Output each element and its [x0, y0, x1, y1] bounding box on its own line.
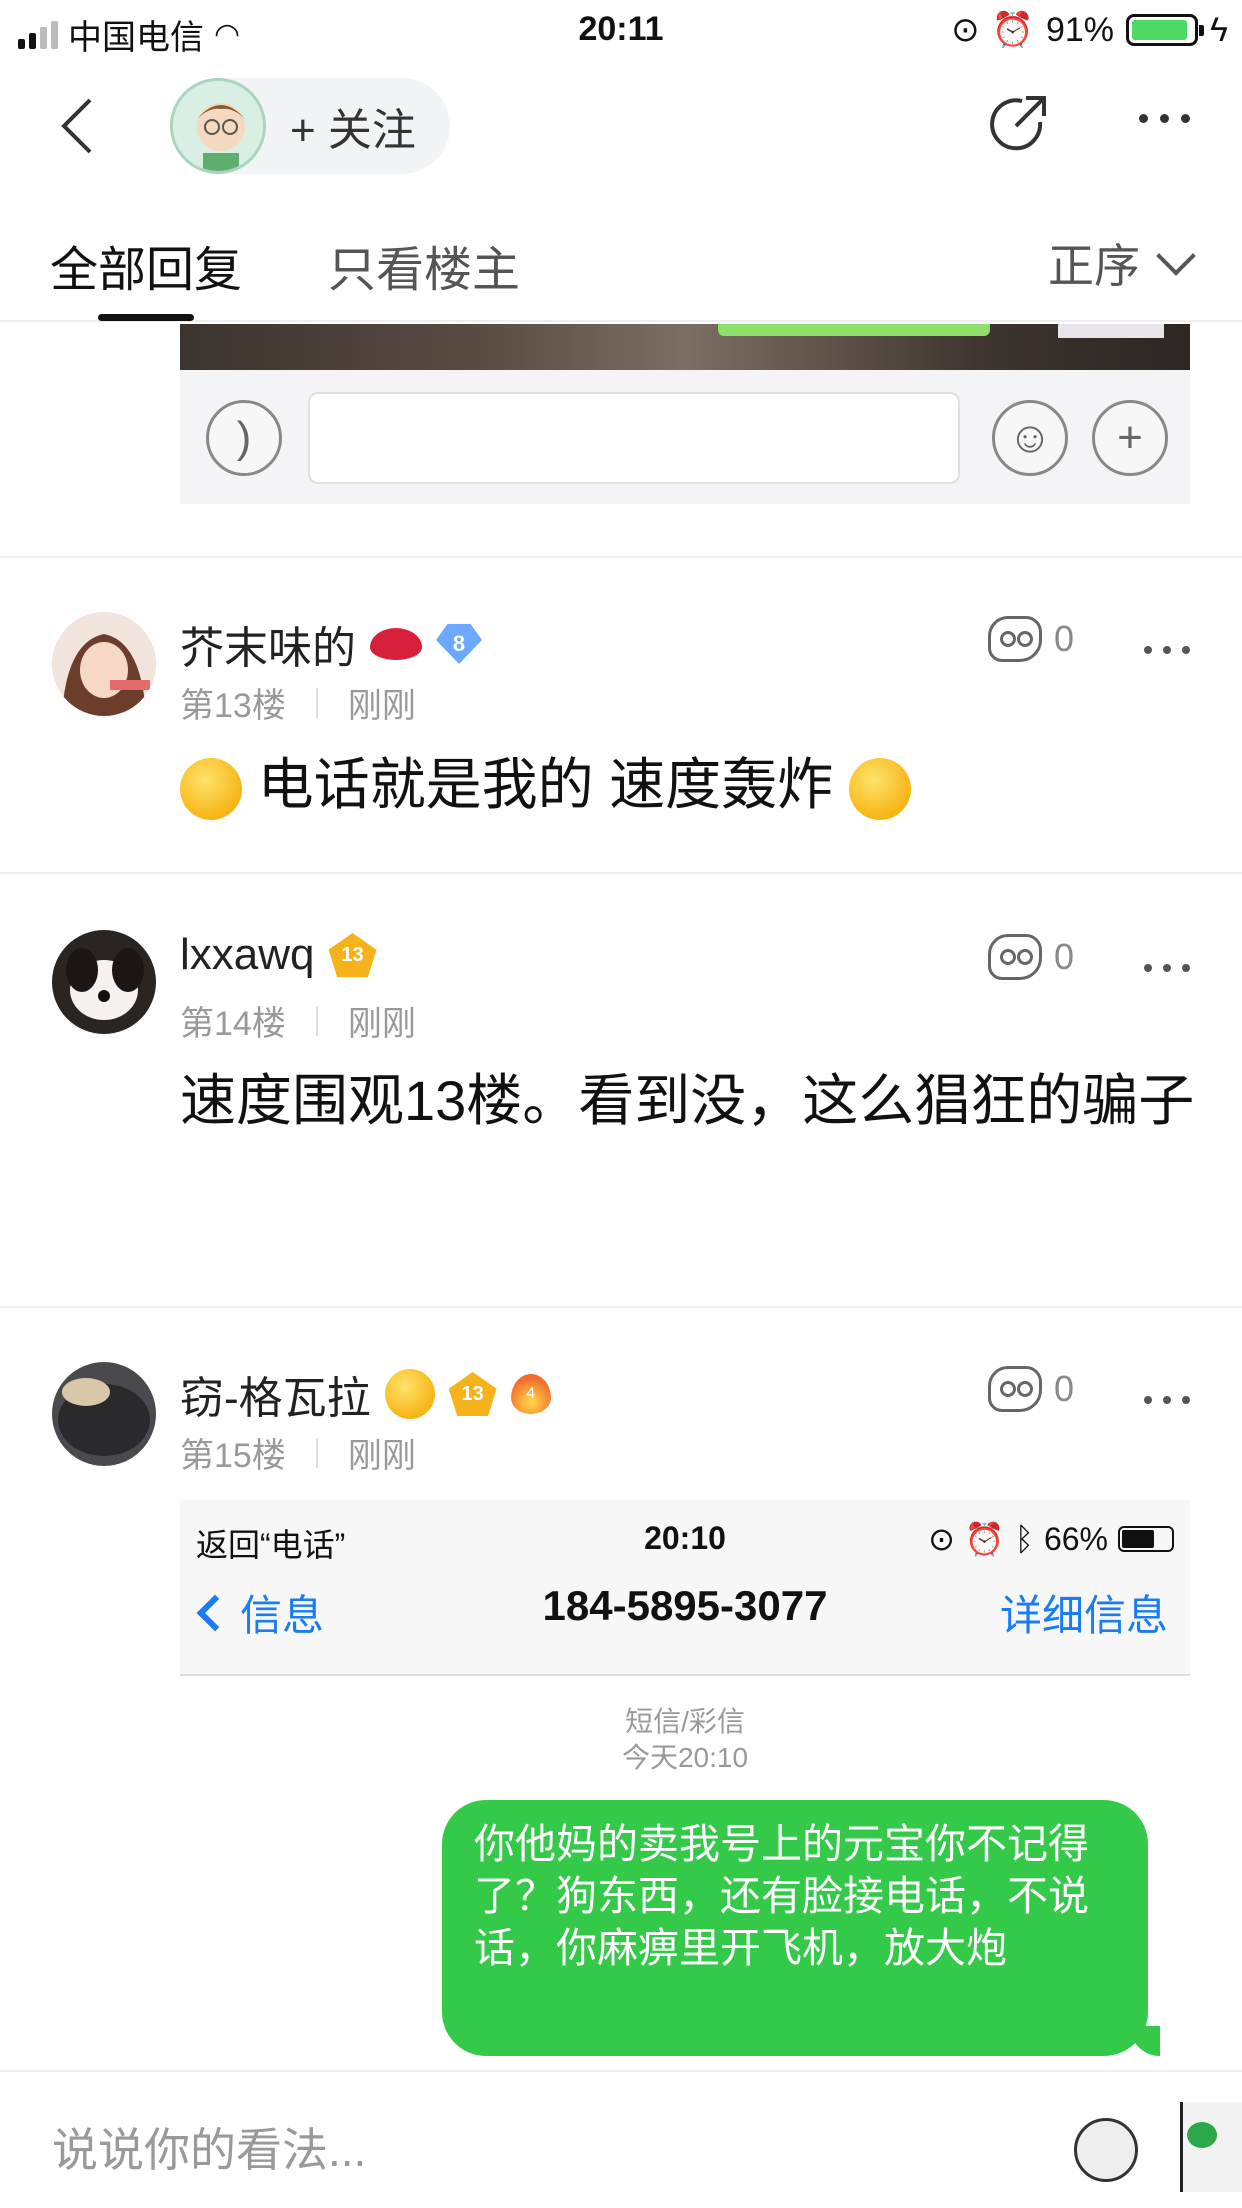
- post-text: 电话就是我的 速度轰炸: [257, 753, 834, 816]
- post-more-icon[interactable]: [1144, 646, 1190, 654]
- username[interactable]: lxxawq: [180, 930, 315, 980]
- meta-separator: [315, 1005, 318, 1036]
- charging-icon: ϟ: [1210, 10, 1228, 49]
- user-avatar[interactable]: [52, 612, 156, 716]
- author-follow-pill[interactable]: + 关注: [170, 78, 450, 174]
- fire-badge-icon: 4: [510, 1374, 551, 1414]
- like-icon: [987, 934, 1042, 980]
- like-count: 0: [1053, 1368, 1074, 1409]
- divider: [0, 1306, 1242, 1308]
- user-avatar[interactable]: [52, 1362, 156, 1466]
- post-content: 电话就是我的 速度轰炸: [180, 732, 1200, 838]
- thinking-emoji-icon: [180, 758, 242, 821]
- battery-icon: [1118, 1526, 1174, 1552]
- post-image-screenshot[interactable]: 返回“电话” 20:10 ⊙ ⏰ ᛒ 66% 信息 184-5895-3077 …: [180, 1500, 1190, 2070]
- reply-post: 窃-格瓦拉 13 4 第15楼 刚刚 0: [0, 1362, 1242, 1492]
- comment-input[interactable]: 说说你的看法...: [52, 2114, 366, 2180]
- lips-icon: [370, 628, 422, 660]
- post-more-icon[interactable]: [1144, 964, 1190, 972]
- emoji-icon: ☺: [992, 400, 1068, 476]
- username[interactable]: 芥末味的: [180, 612, 356, 676]
- screenshot-detail-link: 详细信息: [999, 1592, 1168, 1639]
- meta-separator: [315, 1437, 318, 1468]
- like-button[interactable]: 0: [987, 934, 1074, 980]
- image-photo-strip: [180, 324, 1190, 370]
- image-white-strip: [1058, 324, 1164, 338]
- username-row: 芥末味的 8: [180, 612, 482, 676]
- floor-number: 第15楼: [180, 1437, 286, 1475]
- share-icon[interactable]: [986, 92, 1052, 158]
- nav-bar: + 关注: [0, 62, 1242, 190]
- post-meta: 第14楼 刚刚: [180, 996, 416, 1045]
- screenshot-header: 返回“电话” 20:10 ⊙ ⏰ ᛒ 66% 信息 184-5895-3077 …: [180, 1500, 1190, 1676]
- status-bar: 中国电信 ◠ 20:11 ⊙ ⏰ 91% ϟ: [0, 0, 1242, 62]
- sort-dropdown[interactable]: 正序: [1048, 230, 1196, 296]
- screenshot-status-right: ⊙ ⏰ ᛒ 66%: [928, 1520, 1174, 1558]
- level-badge: 13: [448, 1372, 497, 1416]
- level-badge: 8: [436, 624, 482, 664]
- image-green-strip: [718, 324, 990, 336]
- screenshot-nav: 信息 184-5895-3077 详细信息: [180, 1582, 1190, 1652]
- chevron-down-icon: [1156, 236, 1196, 276]
- active-tab-indicator: [98, 314, 194, 321]
- post-time: 刚刚: [347, 1005, 416, 1043]
- username-row: 窃-格瓦拉 13 4: [180, 1362, 551, 1426]
- like-icon: [987, 616, 1042, 662]
- back-arrow-icon[interactable]: [50, 96, 110, 156]
- username-row: lxxawq 13: [180, 930, 377, 980]
- status-right: ⊙ ⏰ 91% ϟ: [951, 10, 1228, 50]
- alarm-icon: ⏰: [991, 11, 1034, 49]
- sort-label: 正序: [1048, 240, 1140, 292]
- tab-op-only[interactable]: 只看楼主: [328, 230, 520, 300]
- post-time: 刚刚: [347, 687, 416, 725]
- laughing-emoji-icon: [384, 1369, 435, 1419]
- screenshot-battery-percent: 66%: [1043, 1520, 1108, 1557]
- like-button[interactable]: 0: [987, 616, 1074, 662]
- author-avatar[interactable]: [170, 78, 266, 174]
- thinking-emoji-icon: [848, 758, 911, 821]
- rotation-lock-icon: ⊙: [951, 11, 980, 49]
- screenshot-msg-type: 短信/彩信: [625, 1706, 745, 1737]
- post-content: 速度围观13楼。看到没，这么猖狂的骗子: [180, 1069, 1195, 1132]
- more-options-icon[interactable]: [1139, 114, 1190, 123]
- floor-number: 第14楼: [180, 1005, 286, 1043]
- screenshot-message-bubble: 你他妈的卖我号上的元宝你不记得了？狗东西，还有脸接电话，不说话，你麻痹里开飞机，…: [442, 1800, 1160, 2056]
- like-icon: [987, 1366, 1042, 1412]
- screenshot-msg-time: 今天20:10: [621, 1742, 749, 1773]
- divider: [0, 556, 1242, 558]
- divider: [0, 872, 1242, 874]
- reply-post: 芥末味的 8 第13楼 刚刚 0 电话就是我的 速度轰炸: [0, 612, 1242, 872]
- post-more-icon[interactable]: [1144, 1396, 1190, 1404]
- post-time: 刚刚: [347, 1437, 416, 1475]
- user-avatar[interactable]: [52, 930, 156, 1034]
- meta-separator: [315, 687, 318, 718]
- floor-number: 第13楼: [180, 687, 286, 725]
- username[interactable]: 窃-格瓦拉: [180, 1362, 371, 1426]
- like-button[interactable]: 0: [987, 1366, 1074, 1412]
- post-meta: 第13楼 刚刚: [180, 678, 416, 727]
- post-meta: 第15楼 刚刚: [180, 1428, 416, 1477]
- battery-icon: [1126, 14, 1204, 46]
- screenshot-status-bar: 返回“电话” 20:10 ⊙ ⏰ ᛒ 66%: [196, 1520, 1174, 1563]
- bluetooth-icon: ᛒ: [1014, 1520, 1034, 1557]
- level-badge: 13: [328, 933, 377, 977]
- tab-all-replies[interactable]: 全部回复: [50, 230, 242, 300]
- rotation-lock-icon: ⊙: [928, 1521, 955, 1557]
- comment-bar: 说说你的看法...: [0, 2070, 1242, 2208]
- reply-tabs: 全部回复 只看楼主 正序: [0, 190, 1242, 322]
- like-count: 0: [1053, 936, 1074, 977]
- battery-percent: 91%: [1045, 10, 1114, 49]
- plus-icon: +: [1092, 400, 1168, 476]
- like-count: 0: [1053, 618, 1074, 659]
- image-chat-input-bar: ) ☺ +: [180, 370, 1190, 504]
- screenshot-message-label: 短信/彩信 今天20:10: [180, 1704, 1190, 1776]
- image-input-box: [308, 392, 960, 484]
- alarm-icon: ⏰: [964, 1521, 1005, 1557]
- sticker-panda-icon[interactable]: [1180, 2102, 1242, 2192]
- sticker-icon[interactable]: [1074, 2118, 1138, 2182]
- voice-icon: ): [206, 400, 282, 476]
- previous-post-image[interactable]: ) ☺ +: [180, 324, 1190, 504]
- follow-button[interactable]: + 关注: [290, 94, 416, 158]
- reply-post: lxxawq 13 第14楼 刚刚 0 速度围观13楼。看到没，这么猖狂的骗子: [0, 930, 1242, 1300]
